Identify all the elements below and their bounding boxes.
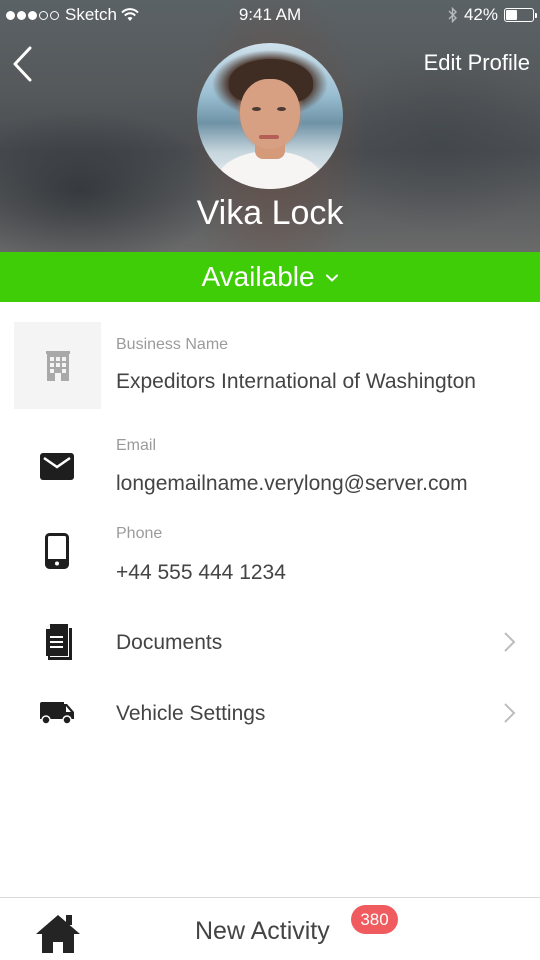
user-name: Vika Lock (196, 194, 344, 232)
notification-badge: 380 (351, 905, 398, 934)
smartphone-icon (45, 533, 69, 569)
battery-info: 42% (448, 5, 537, 25)
building-icon (45, 350, 70, 381)
phone-label: Phone (116, 525, 163, 542)
avatar[interactable] (197, 43, 343, 189)
email-label: Email (116, 437, 157, 454)
battery-icon (504, 8, 537, 22)
home-icon (36, 915, 80, 953)
email-row[interactable]: Email longemailname.verylong@server.com (0, 435, 540, 505)
chevron-down-icon (325, 274, 338, 282)
status-bar: Sketch 9:41 AM 42% (0, 0, 540, 30)
documents-row[interactable]: Documents (0, 612, 540, 672)
availability-dropdown[interactable]: Available (0, 252, 540, 302)
documents-icon (46, 624, 72, 660)
battery-level-fill (506, 10, 517, 20)
home-button[interactable] (36, 915, 80, 953)
vehicle-settings-row[interactable]: Vehicle Settings (0, 684, 540, 744)
edit-profile-button[interactable]: Edit Profile (424, 50, 530, 76)
business-name-row: Business Name Expeditors International o… (0, 322, 540, 409)
back-button[interactable] (10, 44, 38, 84)
chevron-right-icon (504, 703, 516, 723)
vehicle-settings-label: Vehicle Settings (116, 702, 266, 725)
truck-icon (40, 702, 74, 725)
envelope-icon (40, 453, 74, 480)
phone-value[interactable]: +44 555 444 1234 (116, 561, 286, 585)
business-icon-box (14, 322, 101, 409)
chevron-left-icon (13, 46, 32, 82)
new-activity-button[interactable]: New Activity (195, 917, 330, 946)
phone-row[interactable]: Phone +44 555 444 1234 (0, 523, 540, 593)
bottom-bar: New Activity 380 (0, 897, 540, 960)
email-value[interactable]: longemailname.verylong@server.com (116, 472, 468, 496)
profile-header: Sketch 9:41 AM 42% Edit Profile Vika Loc… (0, 0, 540, 252)
battery-percent: 42% (463, 5, 498, 24)
business-name-label: Business Name (116, 336, 229, 353)
bluetooth-icon (448, 7, 457, 23)
documents-label: Documents (116, 631, 223, 654)
business-name-value: Expeditors International of Washington (116, 370, 476, 393)
chevron-right-icon (504, 632, 516, 652)
availability-label: Available (201, 261, 315, 292)
